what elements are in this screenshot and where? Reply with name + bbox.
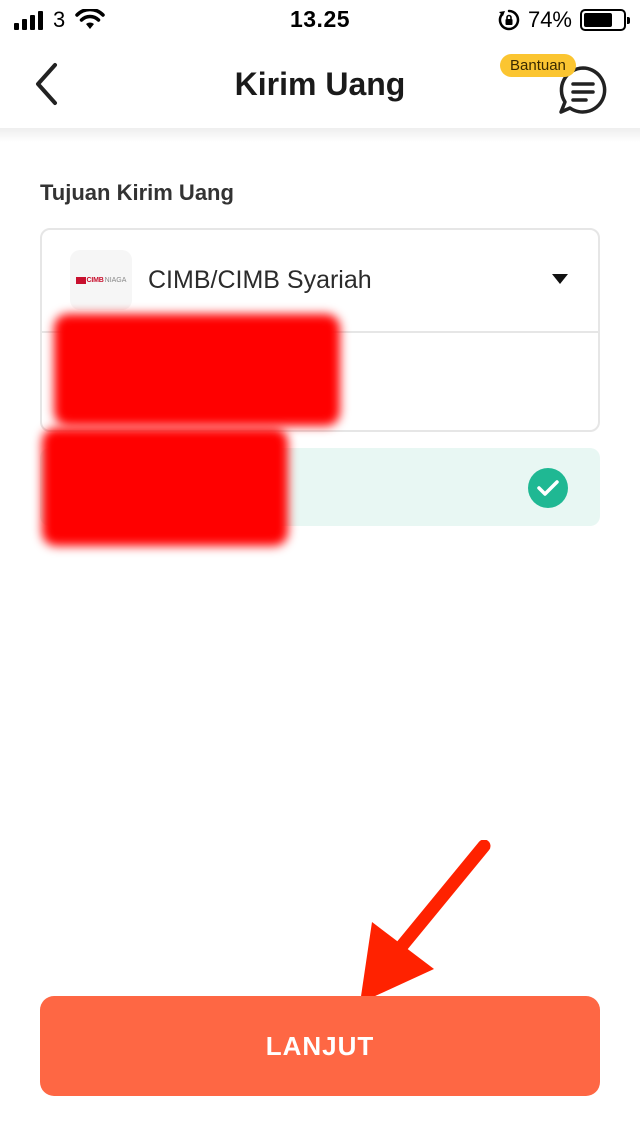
- header-divider: [0, 128, 640, 142]
- app-header: Kirim Uang Bantuan: [0, 40, 640, 130]
- battery-icon: [580, 9, 630, 31]
- redaction-mark: [42, 428, 288, 546]
- screen: 3 13.25 74% Kirim Uang Bantuan Tujuan Ki…: [0, 0, 640, 1136]
- annotation-arrow: [360, 840, 491, 1003]
- status-bar: 3 13.25 74%: [0, 0, 640, 40]
- help-badge: Bantuan: [500, 54, 576, 77]
- section-label: Tujuan Kirim Uang: [40, 180, 234, 205]
- continue-button[interactable]: LANJUT: [40, 996, 600, 1096]
- battery-level: [584, 13, 613, 27]
- bank-logo: CIMB NIAGA: [70, 250, 132, 310]
- check-circle-icon: [528, 468, 568, 508]
- bank-name: CIMB/CIMB Syariah: [148, 266, 372, 294]
- cimb-logo: CIMB NIAGA: [75, 276, 126, 284]
- help-button[interactable]: Bantuan: [500, 52, 610, 118]
- redaction-mark: [54, 314, 340, 426]
- status-right: 74%: [498, 6, 630, 34]
- dropdown-caret-icon: [552, 274, 568, 284]
- battery-percent: 74%: [527, 7, 572, 32]
- continue-label: LANJUT: [265, 1030, 375, 1061]
- rotation-lock-icon: [498, 9, 520, 31]
